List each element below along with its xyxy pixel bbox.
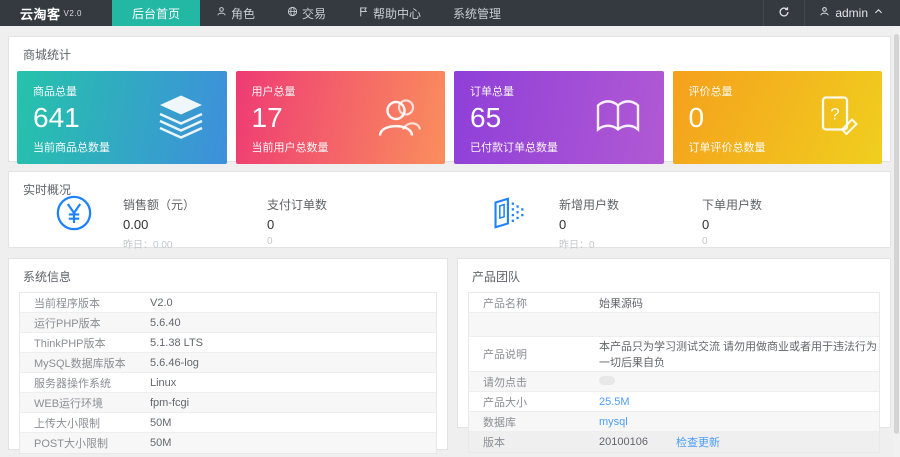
- menu-item-trade[interactable]: 交易: [271, 0, 342, 26]
- scrollbar[interactable]: [893, 26, 900, 457]
- username: admin: [835, 6, 868, 20]
- metric-ordering-users: 下单用户数 0 0: [702, 196, 762, 247]
- table-row: WEB运行环境 fpm-fcgi: [20, 393, 436, 413]
- system-info-table: 当前程序版本 V2.0 运行PHP版本 5.6.40 ThinkPHP版本 5.…: [19, 292, 437, 454]
- table-row: POST大小限制 50M: [20, 433, 436, 453]
- refresh-icon: [778, 6, 790, 21]
- users-icon: [373, 93, 425, 142]
- system-info-panel: 系统信息 当前程序版本 V2.0 运行PHP版本 5.6.40 ThinkPHP…: [8, 258, 448, 450]
- menu-item-system[interactable]: 系统管理: [437, 0, 517, 26]
- user-dropdown[interactable]: admin: [804, 0, 900, 26]
- menu-item-roles[interactable]: 角色: [200, 0, 271, 26]
- table-row: 服务器操作系统 Linux: [20, 373, 436, 393]
- stat-card-users: 用户总量 17 当前用户总数量: [236, 71, 446, 164]
- table-row: 运行PHP版本 5.6.40: [20, 313, 436, 333]
- stats-section-title: 商城统计: [9, 37, 890, 68]
- metric-sales: 销售额（元） 0.00 昨日：0.00: [123, 196, 195, 251]
- book-icon: [592, 93, 644, 142]
- system-info-title: 系统信息: [9, 259, 447, 290]
- table-row: ThinkPHP版本 5.1.38 LTS: [20, 333, 436, 353]
- flag-icon: [358, 6, 369, 20]
- doc-question-icon: ?: [810, 93, 862, 142]
- database-link[interactable]: mysql: [599, 416, 628, 428]
- product-team-panel: 产品团队 产品名称 始果源码 产品说明 本产品只为学习测试交流 请勿用做商业或者…: [457, 258, 891, 428]
- muted-placeholder[interactable]: [599, 376, 615, 385]
- menu-item-help[interactable]: 帮助中心: [342, 0, 437, 26]
- table-row: 数据库 mysql: [469, 412, 879, 432]
- app-logo: 云淘客V2.0: [0, 0, 100, 26]
- layers-icon: [155, 93, 207, 142]
- chevron-up-icon: [873, 6, 884, 20]
- table-row: 当前程序版本 V2.0: [20, 293, 436, 313]
- metric-paid-orders: 支付订单数 0 0: [267, 196, 327, 247]
- metric-new-users: 新增用户数 0 昨日：0: [559, 196, 619, 251]
- table-row: 版本 20100106 检查更新: [469, 432, 879, 452]
- menu-item-home[interactable]: 后台首页: [112, 0, 200, 26]
- product-team-title: 产品团队: [458, 259, 890, 290]
- user-icon: [819, 6, 830, 20]
- app-version: V2.0: [64, 9, 82, 18]
- navbar-right: admin: [763, 0, 900, 26]
- table-row: 上传大小限制 50M: [20, 413, 436, 433]
- table-row: 产品大小 25.5M: [469, 392, 879, 412]
- table-row: 请勿点击: [469, 372, 879, 392]
- person-icon: [216, 6, 227, 20]
- table-row: 产品名称 始果源码: [469, 293, 879, 313]
- refresh-button[interactable]: [763, 0, 804, 26]
- door-data-icon: [487, 194, 525, 235]
- globe-icon: [287, 6, 298, 20]
- realtime-panel: 实时概况 销售额（元） 0.00 昨日：0.00 支付订单数 0 0 新增用户数…: [8, 171, 891, 248]
- main-menu: 后台首页 角色 交易 帮助中心 系统管理: [112, 0, 517, 26]
- product-team-table: 产品名称 始果源码 产品说明 本产品只为学习测试交流 请勿用做商业或者用于违法行…: [468, 292, 880, 453]
- stats-panel: 商城统计 商品总量 641 当前商品总数量 用户总量 17 当前用户总数量 订单…: [8, 36, 891, 162]
- table-row: MySQL数据库版本 5.6.46-log: [20, 353, 436, 373]
- stat-card-products: 商品总量 641 当前商品总数量: [17, 71, 227, 164]
- table-row-empty: [469, 313, 879, 337]
- stat-cards: 商品总量 641 当前商品总数量 用户总量 17 当前用户总数量 订单总量 65…: [9, 68, 890, 164]
- stat-card-reviews: 评价总量 0 订单评价总数量 ?: [673, 71, 883, 164]
- yen-circle-icon: [55, 194, 93, 235]
- scrollbar-thumb[interactable]: [894, 34, 899, 434]
- stat-card-orders: 订单总量 65 已付款订单总数量: [454, 71, 664, 164]
- check-update-link[interactable]: 检查更新: [676, 434, 720, 450]
- product-size-link[interactable]: 25.5M: [599, 396, 630, 408]
- navbar: 云淘客V2.0 后台首页 角色 交易 帮助中心 系统管理 admin: [0, 0, 900, 26]
- svg-text:?: ?: [830, 104, 839, 123]
- table-row: 产品说明 本产品只为学习测试交流 请勿用做商业或者用于违法行为 一切后果自负: [469, 337, 879, 372]
